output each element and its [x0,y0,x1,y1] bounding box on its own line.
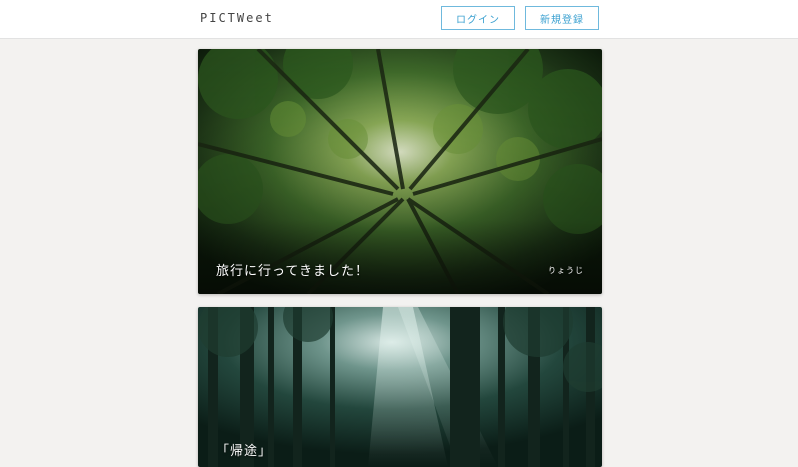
post-author: りょうじ [548,266,584,275]
post-title: 「帰途」 [216,444,273,459]
forest-canopy-photo [198,49,602,294]
login-button[interactable]: ログイン [441,6,515,30]
top-header: PICTWeet ログイン 新規登録 [0,0,798,39]
signup-button[interactable]: 新規登録 [525,6,599,30]
post-title: 旅行に行ってきました！ [216,264,369,279]
post-card[interactable]: 「帰途」 [198,307,602,467]
site-logo[interactable]: PICTWeet [200,11,274,25]
post-card[interactable]: 旅行に行ってきました！ りょうじ [198,49,602,294]
